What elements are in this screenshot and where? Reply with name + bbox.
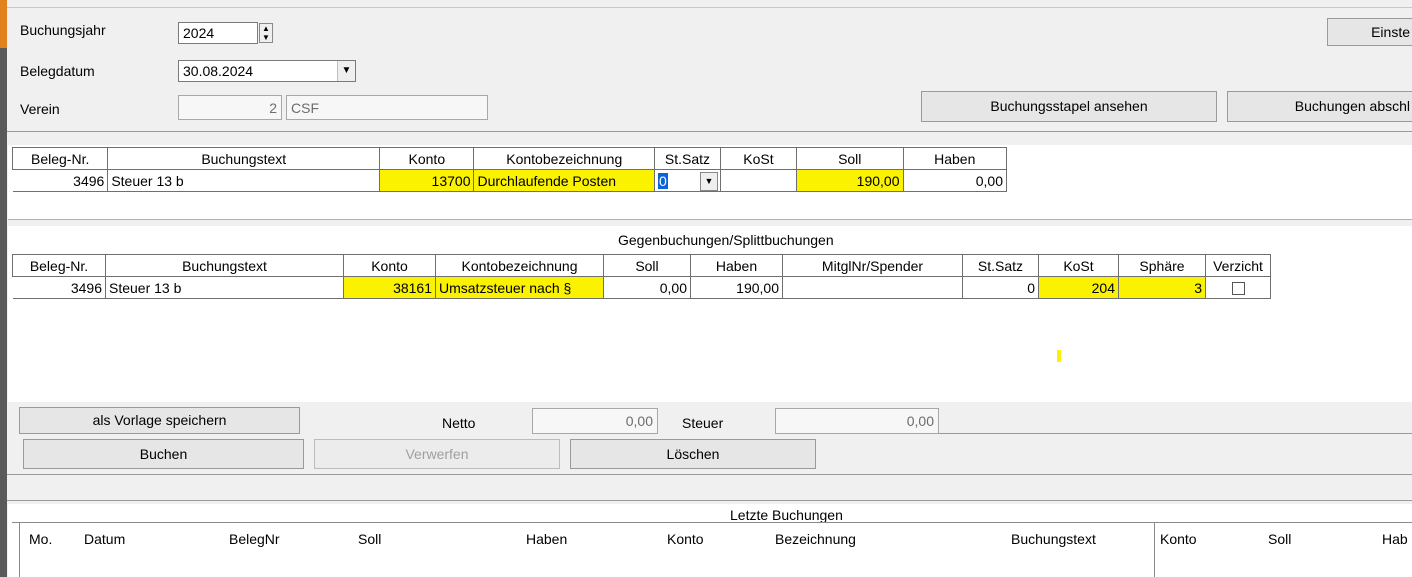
cell-kontobezeichnung[interactable]: Durchlaufende Posten	[473, 169, 656, 192]
cell-soll[interactable]: 190,00	[796, 169, 904, 192]
col-kontobezeichnung[interactable]: Kontobezeichnung	[473, 147, 656, 170]
steuer-underline	[939, 433, 1412, 434]
netto-field: 0,00	[532, 408, 658, 434]
main-grid-header-row: Beleg-Nr. Buchungstext Konto Kontobezeic…	[11, 147, 1007, 170]
actions-separator	[7, 474, 1412, 475]
belegdatum-field[interactable]: 30.08.2024	[178, 60, 356, 82]
verwerfen-button: Verwerfen	[314, 439, 560, 469]
cell-kost[interactable]	[719, 169, 798, 192]
col-beleg-nr[interactable]: Beleg-Nr.	[12, 254, 106, 277]
buchungen-abschliessen-button[interactable]: Buchungen abschl	[1227, 91, 1412, 122]
cell-verzicht[interactable]	[1205, 276, 1271, 299]
st-satz-dropdown-icon[interactable]: ▼	[699, 172, 718, 191]
buchungsjahr-spinner[interactable]: ▲ ▼	[259, 23, 273, 43]
col-buchungstext[interactable]: Buchungstext	[107, 147, 381, 170]
cell-mitglnr[interactable]	[782, 276, 963, 299]
einstellungen-button[interactable]: Einste	[1327, 18, 1412, 46]
recent-left-border	[19, 523, 20, 577]
col-kost[interactable]: KoSt	[1038, 254, 1119, 277]
cell-st-satz[interactable]: 0	[962, 276, 1039, 299]
recent-col-konto-2[interactable]: Konto	[1160, 531, 1197, 547]
recent-col-bezeichnung[interactable]: Bezeichnung	[775, 531, 856, 547]
recent-col-mo[interactable]: Mo.	[29, 531, 52, 547]
loeschen-button[interactable]: Löschen	[570, 439, 816, 469]
cell-kontobezeichnung[interactable]: Umsatzsteuer nach §	[435, 276, 604, 299]
table-row[interactable]: 3496 Steuer 13 b 13700 Durchlaufende Pos…	[12, 169, 1007, 192]
recent-bookings-panel	[8, 504, 1412, 577]
col-haben[interactable]: Haben	[690, 254, 783, 277]
cell-haben[interactable]: 0,00	[902, 169, 1007, 192]
window-left-edge-accent	[0, 0, 7, 48]
cell-beleg-nr[interactable]: 3496	[12, 276, 106, 299]
recent-col-buchungstext[interactable]: Buchungstext	[1011, 531, 1096, 547]
st-satz-value[interactable]: 0	[658, 172, 668, 189]
col-sphaere[interactable]: Sphäre	[1118, 254, 1206, 277]
netto-label: Netto	[442, 415, 476, 431]
col-st-satz[interactable]: St.Satz	[962, 254, 1039, 277]
cell-konto[interactable]: 13700	[379, 169, 475, 192]
verein-label: Verein	[20, 101, 60, 117]
buchungsstapel-ansehen-button[interactable]: Buchungsstapel ansehen	[921, 91, 1217, 122]
cell-buchungstext[interactable]: Steuer 13 b	[105, 276, 344, 299]
belegdatum-label: Belegdatum	[20, 63, 95, 79]
belegdatum-dropdown-icon[interactable]: ▼	[337, 61, 355, 81]
cell-soll[interactable]: 0,00	[603, 276, 691, 299]
recent-mid-border	[1154, 523, 1155, 577]
cell-sphaere[interactable]: 3	[1118, 276, 1206, 299]
cell-beleg-nr[interactable]: 3496	[12, 169, 109, 192]
col-haben[interactable]: Haben	[902, 147, 1007, 170]
recent-col-datum[interactable]: Datum	[84, 531, 125, 547]
als-vorlage-speichern-button[interactable]: als Vorlage speichern	[19, 407, 300, 434]
verein-nr-field: 2	[178, 95, 282, 120]
recent-bookings-title: Letzte Buchungen	[730, 507, 843, 523]
split-booking-grid: Beleg-Nr. Buchungstext Konto Kontobezeic…	[12, 254, 1271, 299]
col-soll[interactable]: Soll	[603, 254, 691, 277]
cell-haben[interactable]: 190,00	[690, 276, 783, 299]
buchen-button[interactable]: Buchen	[23, 439, 304, 469]
col-kost[interactable]: KoSt	[719, 147, 798, 170]
cell-st-satz[interactable]: 0 ▼	[654, 169, 721, 192]
verein-name-field: CSF	[286, 95, 488, 120]
col-st-satz[interactable]: St.Satz	[654, 147, 721, 170]
highlight-mark	[1057, 350, 1061, 362]
recent-col-belegnr[interactable]: BelegNr	[229, 531, 280, 547]
header-separator	[7, 131, 1412, 132]
col-soll[interactable]: Soll	[796, 147, 904, 170]
col-kontobezeichnung[interactable]: Kontobezeichnung	[435, 254, 604, 277]
col-mitglnr-spender[interactable]: MitglNr/Spender	[782, 254, 963, 277]
col-konto[interactable]: Konto	[343, 254, 436, 277]
steuer-label: Steuer	[682, 415, 724, 431]
steuer-field: 0,00	[775, 408, 939, 434]
table-row[interactable]: 3496 Steuer 13 b 38161 Umsatzsteuer nach…	[12, 276, 1271, 299]
verzicht-checkbox[interactable]	[1231, 282, 1245, 296]
buchungsjahr-label: Buchungsjahr	[20, 22, 106, 38]
col-verzicht[interactable]: Verzicht	[1205, 254, 1271, 277]
main-booking-grid: Beleg-Nr. Buchungstext Konto Kontobezeic…	[11, 147, 1007, 192]
recent-col-haben[interactable]: Haben	[526, 531, 567, 547]
split-grid-title: Gegenbuchungen/Splittbuchungen	[618, 232, 834, 248]
split-grid-header-row: Beleg-Nr. Buchungstext Konto Kontobezeic…	[12, 254, 1271, 277]
window-left-edge	[0, 0, 7, 577]
col-konto[interactable]: Konto	[379, 147, 475, 170]
buchungsjahr-field[interactable]: 2024	[178, 22, 258, 44]
col-beleg-nr[interactable]: Beleg-Nr.	[11, 147, 109, 170]
recent-col-soll[interactable]: Soll	[358, 531, 381, 547]
recent-title-divider	[12, 522, 1412, 523]
cell-konto[interactable]: 38161	[343, 276, 436, 299]
recent-col-konto[interactable]: Konto	[667, 531, 704, 547]
cell-kost[interactable]: 204	[1038, 276, 1119, 299]
recent-col-haben-2[interactable]: Hab	[1382, 531, 1408, 547]
split-booking-panel	[8, 226, 1412, 402]
recent-col-soll-2[interactable]: Soll	[1268, 531, 1291, 547]
col-buchungstext[interactable]: Buchungstext	[105, 254, 344, 277]
window-top-border	[7, 7, 1412, 8]
recent-top-separator	[7, 500, 1412, 501]
cell-buchungstext[interactable]: Steuer 13 b	[107, 169, 381, 192]
